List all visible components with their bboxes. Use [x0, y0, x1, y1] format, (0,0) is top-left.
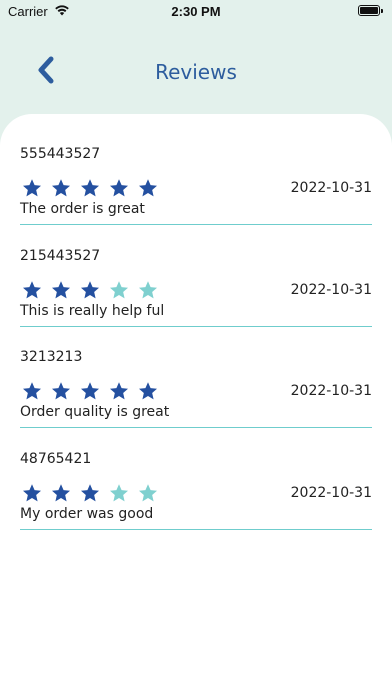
reviews-card: 555443527 2022-10-31 The order is great 215… — [0, 114, 392, 696]
star-filled-icon — [80, 280, 109, 300]
star-rating — [22, 178, 167, 198]
review-item: 555443527 2022-10-31 The order is great — [20, 146, 372, 248]
star-filled-icon — [51, 483, 80, 503]
star-filled-icon — [51, 280, 80, 300]
star-filled-icon — [22, 280, 51, 300]
star-empty-icon — [109, 280, 138, 300]
divider — [20, 325, 372, 327]
divider — [20, 224, 372, 225]
status-bar: Carrier 2:30 PM — [0, 0, 392, 24]
review-order-id: 555443527 — [20, 146, 101, 162]
star-filled-icon — [109, 178, 138, 198]
star-empty-icon — [138, 483, 167, 503]
review-item: 215443527 2022-10-31 This is really help f… — [20, 248, 372, 350]
star-rating — [22, 483, 167, 503]
star-filled-icon — [51, 381, 80, 401]
review-comment: Order quality is great — [20, 404, 170, 420]
star-rating — [22, 280, 167, 300]
star-rating — [22, 381, 167, 401]
star-filled-icon — [22, 483, 51, 503]
divider — [20, 427, 372, 428]
star-filled-icon — [22, 381, 51, 401]
battery-icon — [358, 5, 383, 16]
star-filled-icon — [51, 178, 80, 198]
star-filled-icon — [138, 178, 167, 198]
review-item: 3213213 2022-10-31 Order quality is great — [20, 349, 372, 451]
review-date: 2022-10-31 — [290, 383, 372, 399]
star-filled-icon — [80, 178, 109, 198]
star-filled-icon — [109, 381, 138, 401]
review-date: 2022-10-31 — [290, 281, 372, 298]
divider — [20, 528, 372, 530]
review-order-id: 48765421 — [20, 450, 92, 467]
review-order-id: 215443527 — [20, 247, 101, 264]
page-title: Reviews — [155, 60, 237, 84]
star-filled-icon — [80, 483, 109, 503]
review-date: 2022-10-31 — [290, 180, 372, 196]
review-item: 48765421 2022-10-31 My order was good — [20, 451, 372, 553]
star-filled-icon — [80, 381, 109, 401]
review-comment: My order was good — [20, 505, 154, 522]
review-comment: This is really help ful — [20, 302, 165, 319]
review-comment: The order is great — [20, 201, 145, 217]
star-empty-icon — [138, 280, 167, 300]
review-date: 2022-10-31 — [290, 484, 372, 501]
star-empty-icon — [109, 483, 138, 503]
status-time: 2:30 PM — [171, 4, 221, 19]
star-filled-icon — [22, 178, 51, 198]
review-order-id: 3213213 — [20, 349, 83, 365]
nav-bar: Reviews — [0, 44, 392, 100]
star-filled-icon — [138, 381, 167, 401]
